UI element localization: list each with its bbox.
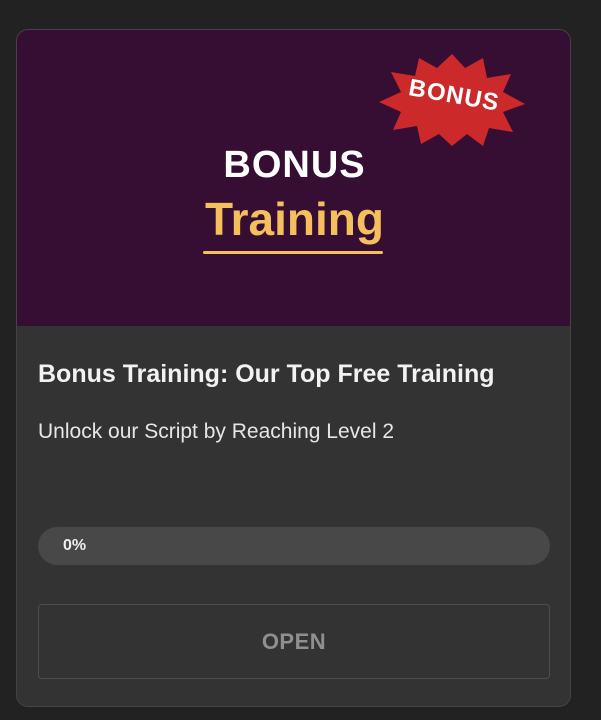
progress-label: 0% [63, 537, 87, 554]
course-unlock-text: Unlock our Script by Reaching Level 2 [38, 420, 395, 443]
page: BONUS BONUS Training Bonus Training: Our… [0, 0, 601, 720]
thumbnail-subheading: Training [205, 193, 384, 245]
course-card[interactable]: BONUS BONUS Training Bonus Training: Our… [16, 29, 571, 707]
course-title[interactable]: Bonus Training: Our Top Free Training [38, 360, 553, 389]
open-button[interactable]: OPEN [38, 604, 550, 679]
thumbnail-underline [203, 251, 383, 254]
progress-bar: 0% [38, 527, 550, 565]
thumbnail-heading: BONUS [223, 144, 366, 186]
course-thumbnail[interactable]: BONUS BONUS Training [17, 30, 570, 326]
